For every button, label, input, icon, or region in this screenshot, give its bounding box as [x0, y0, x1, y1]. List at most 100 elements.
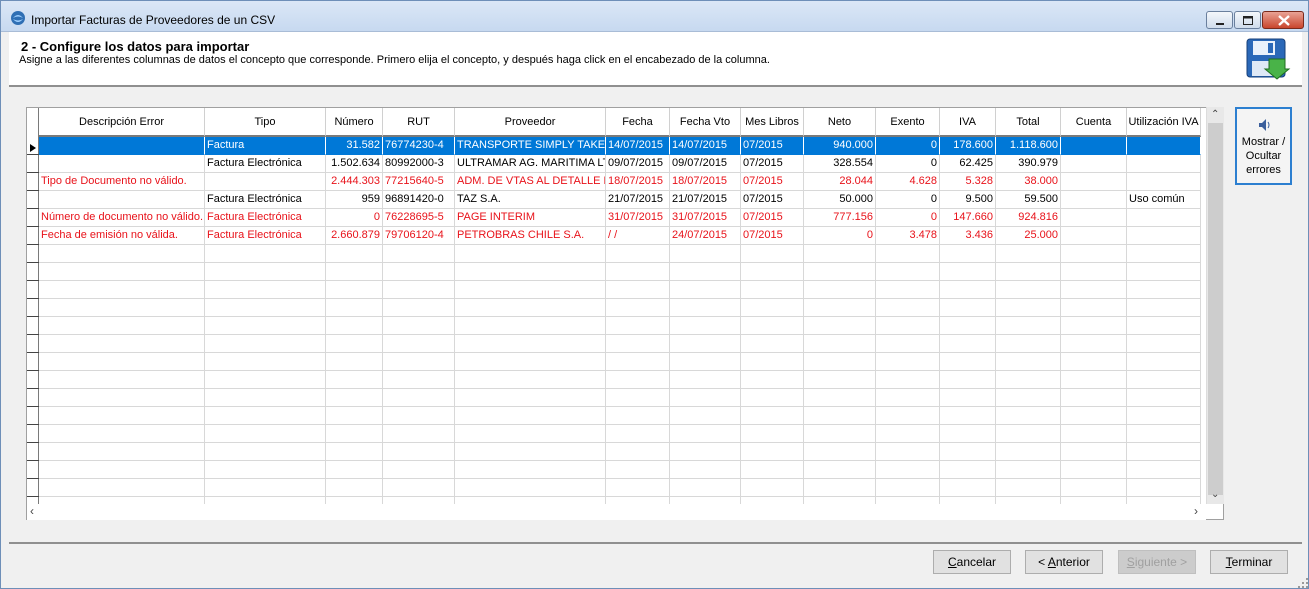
table-cell[interactable] — [876, 425, 940, 443]
col-rut-header[interactable]: RUT — [383, 108, 455, 137]
table-cell[interactable] — [39, 479, 205, 497]
table-cell[interactable] — [1127, 425, 1201, 443]
table-cell[interactable] — [455, 353, 606, 371]
table-cell[interactable]: 31.582 — [326, 137, 383, 155]
table-cell[interactable] — [326, 479, 383, 497]
table-cell[interactable]: 21/07/2015 — [670, 191, 741, 209]
table-cell[interactable]: 07/2015 — [741, 173, 804, 191]
table-cell[interactable] — [326, 443, 383, 461]
table-cell[interactable] — [39, 389, 205, 407]
table-cell[interactable] — [383, 371, 455, 389]
table-cell[interactable] — [876, 281, 940, 299]
table-cell[interactable] — [741, 353, 804, 371]
col-utilizacion-iva-header[interactable]: Utilización IVA — [1127, 108, 1201, 137]
table-cell[interactable] — [383, 299, 455, 317]
close-window-button[interactable] — [1262, 11, 1304, 29]
table-cell[interactable] — [1061, 173, 1127, 191]
table-cell[interactable] — [804, 389, 876, 407]
table-cell[interactable] — [996, 371, 1061, 389]
table-cell[interactable] — [876, 389, 940, 407]
table-cell[interactable] — [383, 479, 455, 497]
table-cell[interactable]: 9.500 — [940, 191, 996, 209]
table-cell[interactable] — [1061, 461, 1127, 479]
table-cell[interactable]: 14/07/2015 — [670, 137, 741, 155]
table-cell[interactable] — [670, 389, 741, 407]
horizontal-scrollbar[interactable]: ‹ › — [27, 504, 1206, 520]
table-cell[interactable]: 0 — [876, 137, 940, 155]
table-cell[interactable]: 07/2015 — [741, 155, 804, 173]
table-cell[interactable] — [39, 317, 205, 335]
table-cell[interactable]: 38.000 — [996, 173, 1061, 191]
table-cell[interactable] — [804, 407, 876, 425]
table-cell[interactable]: 28.044 — [804, 173, 876, 191]
table-cell[interactable] — [996, 425, 1061, 443]
table-cell[interactable]: ADM. DE VTAS AL DETALLE L — [455, 173, 606, 191]
table-cell[interactable] — [1127, 209, 1201, 227]
table-cell[interactable] — [804, 353, 876, 371]
table-cell[interactable] — [1127, 299, 1201, 317]
table-cell[interactable] — [455, 299, 606, 317]
table-cell[interactable] — [876, 335, 940, 353]
table-cell[interactable] — [876, 479, 940, 497]
table-cell[interactable] — [741, 407, 804, 425]
table-cell[interactable] — [455, 389, 606, 407]
table-cell[interactable] — [940, 263, 996, 281]
table-cell[interactable] — [670, 479, 741, 497]
previous-button[interactable]: < Anterior — [1025, 550, 1103, 574]
table-cell[interactable] — [606, 371, 670, 389]
table-cell[interactable]: Número de documento no válido. — [39, 209, 205, 227]
col-fecha-vto-header[interactable]: Fecha Vto — [670, 108, 741, 137]
table-cell[interactable]: 07/2015 — [741, 209, 804, 227]
resize-grip-icon[interactable] — [1297, 577, 1309, 589]
table-cell[interactable]: / / — [606, 227, 670, 245]
table-cell[interactable]: Fecha de emisión no válida. — [39, 227, 205, 245]
table-cell[interactable] — [455, 443, 606, 461]
table-cell[interactable] — [39, 407, 205, 425]
table-cell[interactable]: 31/07/2015 — [606, 209, 670, 227]
table-cell[interactable] — [940, 479, 996, 497]
table-cell[interactable] — [1127, 317, 1201, 335]
table-cell[interactable] — [39, 245, 205, 263]
table-cell[interactable] — [205, 263, 326, 281]
table-cell[interactable] — [804, 479, 876, 497]
table-cell[interactable]: 924.816 — [996, 209, 1061, 227]
table-cell[interactable] — [996, 317, 1061, 335]
table-cell[interactable] — [1127, 335, 1201, 353]
table-cell[interactable]: 76228695-5 — [383, 209, 455, 227]
table-cell[interactable]: 0 — [876, 155, 940, 173]
table-cell[interactable] — [455, 407, 606, 425]
table-cell[interactable]: Factura Electrónica — [205, 191, 326, 209]
table-cell[interactable] — [205, 371, 326, 389]
table-cell[interactable]: 959 — [326, 191, 383, 209]
col-neto-header[interactable]: Neto — [804, 108, 876, 137]
table-cell[interactable] — [455, 281, 606, 299]
table-cell[interactable] — [455, 245, 606, 263]
table-cell[interactable] — [606, 425, 670, 443]
table-cell[interactable] — [804, 371, 876, 389]
table-cell[interactable]: Factura Electrónica — [205, 155, 326, 173]
table-cell[interactable] — [606, 281, 670, 299]
table-cell[interactable] — [741, 263, 804, 281]
col-total-header[interactable]: Total — [996, 108, 1061, 137]
table-cell[interactable] — [606, 407, 670, 425]
table-cell[interactable] — [940, 425, 996, 443]
table-cell[interactable] — [326, 281, 383, 299]
table-cell[interactable] — [670, 461, 741, 479]
import-data-grid[interactable]: Descripción Error Tipo Número RUT Proveedor F… — [26, 107, 1224, 520]
cancel-button[interactable]: Cancelar — [933, 550, 1011, 574]
table-cell[interactable] — [996, 407, 1061, 425]
table-cell[interactable]: 0 — [876, 209, 940, 227]
table-cell[interactable] — [205, 281, 326, 299]
table-cell[interactable] — [804, 335, 876, 353]
table-cell[interactable] — [383, 317, 455, 335]
scroll-left-icon[interactable]: ‹ — [30, 505, 34, 517]
table-cell[interactable] — [205, 443, 326, 461]
table-cell[interactable] — [383, 245, 455, 263]
table-cell[interactable] — [606, 263, 670, 281]
table-cell[interactable] — [670, 443, 741, 461]
table-cell[interactable]: 25.000 — [996, 227, 1061, 245]
table-cell[interactable] — [670, 263, 741, 281]
table-cell[interactable] — [741, 425, 804, 443]
table-cell[interactable] — [455, 461, 606, 479]
table-cell[interactable] — [876, 371, 940, 389]
